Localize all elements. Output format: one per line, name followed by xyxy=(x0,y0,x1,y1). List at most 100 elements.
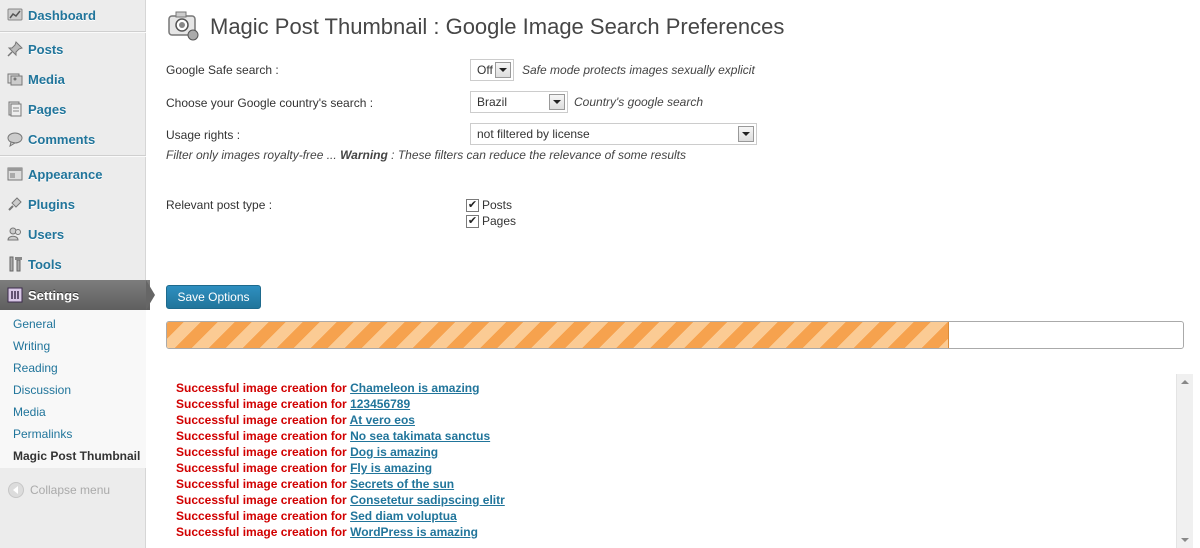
menu-appearance[interactable]: Appearance xyxy=(0,159,146,189)
users-icon xyxy=(6,225,24,243)
menu-posts-label: Posts xyxy=(28,41,64,57)
log-entry: Successful image creation for Chameleon … xyxy=(176,381,479,395)
submenu-permalinks[interactable]: Permalinks xyxy=(13,427,72,441)
log-entry: Successful image creation for Sed diam v… xyxy=(176,509,457,523)
page-title: Magic Post Thumbnail : Google Image Sear… xyxy=(210,13,785,39)
pages-checkbox-label: Pages xyxy=(482,214,517,228)
scroll-up-arrow-icon[interactable] xyxy=(1181,380,1189,384)
post-type-option-posts: ✔ Posts xyxy=(466,198,512,212)
log-entry-prefix: Successful image creation for xyxy=(176,397,347,411)
post-type-option-pages: ✔ Pages xyxy=(466,214,516,228)
usage-rights-note-suffix: : These filters can reduce the relevance… xyxy=(387,148,686,162)
menu-plugins[interactable]: Plugins xyxy=(0,189,146,219)
menu-pages-label: Pages xyxy=(28,101,67,117)
menu-media[interactable]: Media xyxy=(0,64,146,94)
dashboard-icon xyxy=(6,6,24,24)
menu-comments-label: Comments xyxy=(28,131,96,147)
log-entry-prefix: Successful image creation for xyxy=(176,493,347,507)
safe-search-hint: Safe mode protects images sexually expli… xyxy=(522,63,755,77)
submenu-reading[interactable]: Reading xyxy=(13,361,58,375)
settings-camera-icon xyxy=(166,8,200,45)
menu-users-label: Users xyxy=(28,226,65,242)
submenu-general[interactable]: General xyxy=(13,317,56,331)
page-header: Magic Post Thumbnail : Google Image Sear… xyxy=(166,8,784,45)
menu-posts[interactable]: Posts xyxy=(0,34,146,64)
log-entry-prefix: Successful image creation for xyxy=(176,381,347,395)
log-entry: Successful image creation for 123456789 xyxy=(176,397,410,411)
menu-media-label: Media xyxy=(28,71,65,87)
country-value: Brazil xyxy=(477,95,508,109)
log-entry-prefix: Successful image creation for xyxy=(176,477,347,491)
menu-users[interactable]: Users xyxy=(0,219,146,249)
log-scrollbar[interactable] xyxy=(1176,374,1193,548)
safe-search-label: Google Safe search : xyxy=(166,63,279,77)
log-entry-post-link[interactable]: Sed diam voluptua xyxy=(350,509,457,523)
checkmark-icon: ✔ xyxy=(467,214,478,227)
plug-icon xyxy=(6,195,24,213)
log-entry-post-link[interactable]: 123456789 xyxy=(350,397,410,411)
log-entry-prefix: Successful image creation for xyxy=(176,429,347,443)
menu-settings-label: Settings xyxy=(28,287,80,303)
menu-dashboard[interactable]: Dashboard xyxy=(0,0,146,30)
usage-rights-select[interactable]: not filtered by license xyxy=(470,123,757,145)
post-type-label: Relevant post type : xyxy=(166,198,273,212)
submenu-magic-post-thumbnail[interactable]: Magic Post Thumbnail xyxy=(13,449,140,463)
log-entry: Successful image creation for At vero eo… xyxy=(176,413,415,427)
submenu-discussion[interactable]: Discussion xyxy=(13,383,71,397)
submenu-media[interactable]: Media xyxy=(13,405,46,419)
menu-comments[interactable]: Comments xyxy=(0,124,146,154)
menu-pages[interactable]: Pages xyxy=(0,94,146,124)
chevron-down-icon xyxy=(549,94,565,110)
log-entry: Successful image creation for Consetetur… xyxy=(176,493,505,507)
collapse-menu-label: Collapse menu xyxy=(30,483,111,497)
usage-rights-note-prefix: Filter only images royalty-free ... xyxy=(166,148,341,162)
log-entry-post-link[interactable]: Fly is amazing xyxy=(350,461,432,475)
pages-checkbox[interactable]: ✔ xyxy=(466,214,479,228)
chevron-down-icon xyxy=(738,126,754,142)
settings-submenu: General Writing Reading Discussion Media… xyxy=(0,310,146,468)
log-entry: Successful image creation for Fly is ama… xyxy=(176,461,432,475)
pages-icon xyxy=(6,100,24,118)
chevron-down-icon xyxy=(495,62,511,78)
tools-icon xyxy=(6,255,24,273)
menu-dashboard-label: Dashboard xyxy=(28,7,96,23)
menu-tools[interactable]: Tools xyxy=(0,249,146,279)
log-entry-prefix: Successful image creation for xyxy=(176,413,347,427)
safe-search-select[interactable]: Off xyxy=(470,59,514,81)
log-entry-post-link[interactable]: At vero eos xyxy=(350,413,415,427)
checkmark-icon: ✔ xyxy=(467,198,478,211)
save-options-button[interactable]: Save Options xyxy=(166,285,261,309)
posts-checkbox[interactable]: ✔ xyxy=(466,198,479,212)
menu-separator xyxy=(0,31,146,33)
usage-rights-label: Usage rights : xyxy=(166,128,241,142)
log-entry-prefix: Successful image creation for xyxy=(176,525,347,539)
usage-rights-note-warning: Warning xyxy=(340,148,388,162)
media-icon xyxy=(6,70,24,88)
log-entry-post-link[interactable]: WordPress is amazing xyxy=(350,525,478,539)
usage-rights-value: not filtered by license xyxy=(477,127,590,141)
menu-separator xyxy=(0,155,146,157)
log-entry-post-link[interactable]: Secrets of the sun xyxy=(350,477,454,491)
results-log[interactable]: Successful image creation for Chameleon … xyxy=(166,374,1193,548)
scroll-down-arrow-icon[interactable] xyxy=(1181,538,1189,542)
pushpin-icon xyxy=(6,40,24,58)
submenu-writing[interactable]: Writing xyxy=(13,339,50,353)
log-entry-prefix: Successful image creation for xyxy=(176,509,347,523)
log-entry-post-link[interactable]: Chameleon is amazing xyxy=(350,381,479,395)
progress-bar xyxy=(166,321,1184,349)
log-entry-post-link[interactable]: Consetetur sadipscing elitr xyxy=(350,493,505,507)
menu-plugins-label: Plugins xyxy=(28,196,75,212)
settings-icon xyxy=(6,286,24,304)
usage-rights-note: Filter only images royalty-free ... Warn… xyxy=(166,148,686,162)
country-label: Choose your Google country's search : xyxy=(166,96,374,110)
current-menu-arrow xyxy=(146,280,155,310)
collapse-menu-button[interactable]: Collapse menu xyxy=(8,482,110,498)
log-entry-post-link[interactable]: No sea takimata sanctus xyxy=(350,429,490,443)
log-entry: Successful image creation for Secrets of… xyxy=(176,477,454,491)
log-entry-prefix: Successful image creation for xyxy=(176,461,347,475)
country-select[interactable]: Brazil xyxy=(470,91,568,113)
log-entry-post-link[interactable]: Dog is amazing xyxy=(350,445,438,459)
menu-tools-label: Tools xyxy=(28,256,62,272)
safe-search-value: Off xyxy=(477,63,493,77)
menu-settings[interactable]: Settings xyxy=(0,280,150,310)
